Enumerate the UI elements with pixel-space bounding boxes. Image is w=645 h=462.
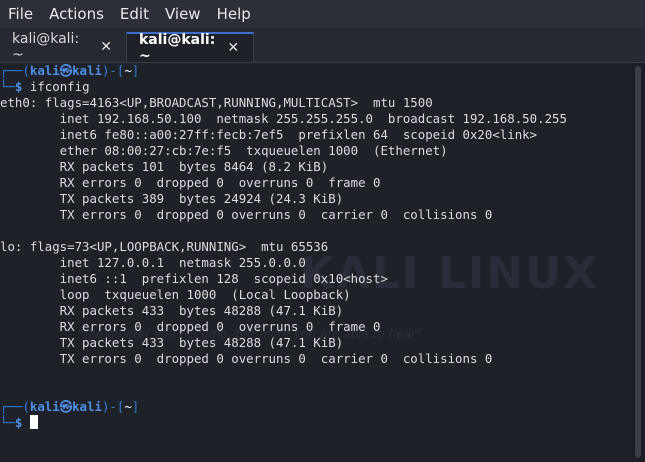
prompt-at: ㉿ [59, 399, 73, 414]
menu-view[interactable]: View [157, 0, 209, 28]
prompt-corner-top: ┌── [0, 399, 23, 414]
prompt-corner-bottom: └─ [0, 79, 15, 94]
output-line: RX packets 433 bytes 48288 (47.1 KiB) [0, 303, 344, 318]
prompt-corner-bottom: └─ [0, 415, 15, 430]
prompt-dollar: $ [14, 79, 23, 94]
menu-actions[interactable]: Actions [41, 0, 112, 28]
terminal-output[interactable]: ┌──(kali㉿kali)-[~] └─$ ifconfig eth0: fl… [0, 63, 630, 462]
scrollbar-thumb[interactable] [635, 66, 641, 458]
output-line: inet 192.168.50.100 netmask 255.255.255.… [0, 111, 567, 126]
output-line: TX errors 0 dropped 0 overruns 0 carrier… [0, 351, 493, 366]
prompt-dir: ~ [124, 63, 132, 78]
prompt-host: kali [72, 399, 102, 414]
output-line: RX packets 101 bytes 8464 (8.2 KiB) [0, 159, 329, 174]
menu-edit[interactable]: Edit [112, 0, 157, 28]
scrollbar[interactable] [632, 63, 645, 462]
prompt-dir: ~ [124, 399, 132, 414]
tab-2-active[interactable]: kali@kali: ~ ✕ [126, 32, 254, 64]
menu-file[interactable]: File [0, 0, 41, 28]
output-line: TX errors 0 dropped 0 overruns 0 carrier… [0, 207, 493, 222]
output-line: RX errors 0 dropped 0 overruns 0 frame 0 [0, 319, 381, 334]
prompt-dollar: $ [14, 415, 23, 430]
menu-help[interactable]: Help [209, 0, 259, 28]
output-line: TX packets 433 bytes 48288 (47.1 KiB) [0, 335, 344, 350]
prompt-user: kali [29, 399, 60, 414]
output-line: inet6 ::1 prefixlen 128 scopeid 0x10<hos… [0, 271, 388, 286]
prompt-user: kali [29, 63, 60, 78]
text-cursor [29, 415, 38, 429]
tab-1[interactable]: kali@kali: ~ ✕ [0, 31, 126, 63]
close-icon[interactable]: ✕ [227, 40, 239, 56]
tab-1-label: kali@kali: ~ [12, 31, 80, 63]
output-line: RX errors 0 dropped 0 overruns 0 frame 0 [0, 175, 381, 190]
tab-bar: kali@kali: ~ ✕ kali@kali: ~ ✕ [0, 28, 645, 64]
prompt-corner-top: ┌── [0, 63, 23, 78]
menu-bar: File Actions Edit View Help [0, 0, 645, 28]
prompt-at: ㉿ [59, 63, 73, 78]
tab-2-label: kali@kali: ~ [139, 32, 216, 64]
output-line: inet6 fe80::a00:27ff:fecb:7ef5 prefixlen… [0, 127, 538, 142]
command-line: └─$ ifconfig [0, 79, 630, 95]
prompt-line-2: ┌──(kali㉿kali)-[~] [0, 399, 140, 414]
output-line: loop txqueuelen 1000 (Local Loopback) [0, 287, 351, 302]
output-line: TX packets 389 bytes 24924 (24.3 KiB) [0, 191, 344, 206]
close-icon[interactable]: ✕ [100, 39, 112, 55]
prompt-line-1: ┌──(kali㉿kali)-[~] [0, 63, 140, 78]
output-line: lo: flags=73<UP,LOOPBACK,RUNNING> mtu 65… [0, 239, 329, 254]
prompt-host: kali [72, 63, 102, 78]
input-line[interactable]: └─$ [0, 415, 630, 431]
command-text: ifconfig [29, 79, 90, 94]
output-line: ether 08:00:27:cb:7e:f5 txqueuelen 1000 … [0, 143, 448, 158]
output-line: eth0: flags=4163<UP,BROADCAST,RUNNING,MU… [0, 95, 433, 110]
output-line: inet 127.0.0.1 netmask 255.0.0.0 [0, 255, 306, 270]
